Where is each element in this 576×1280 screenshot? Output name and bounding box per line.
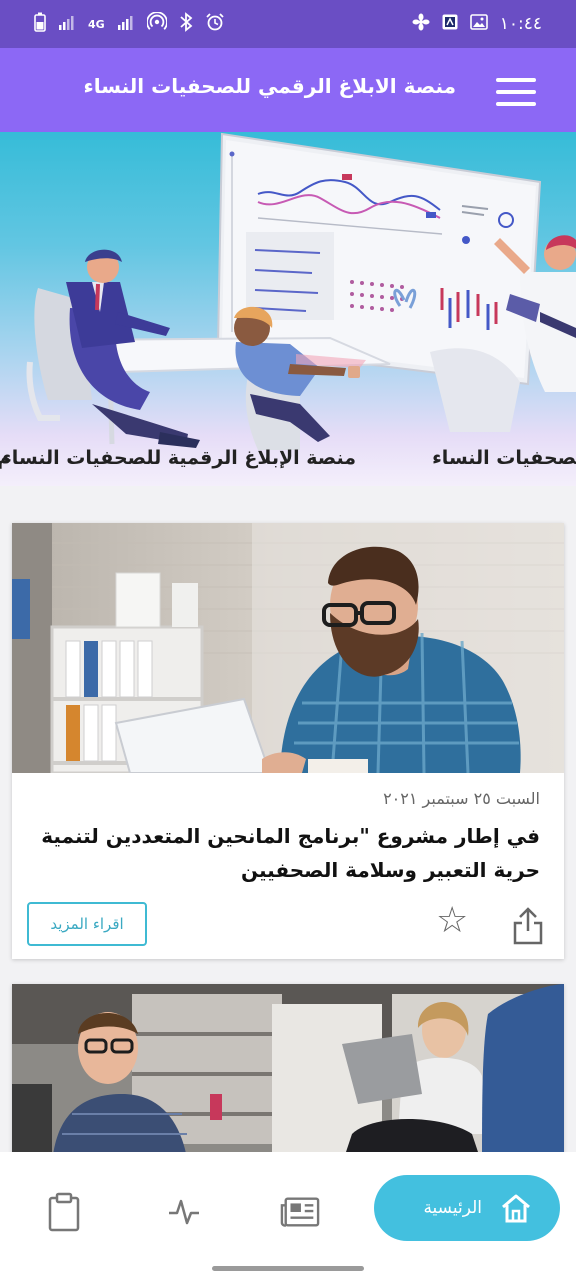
article-image[interactable] [12,984,564,1164]
image-icon [469,13,488,35]
fan-icon [412,13,430,35]
banner-ticker: منصة الإبلاغ الرقمية للصحفيات النساء منص… [0,447,576,477]
banner-illustration [26,132,576,450]
app-notification-icon [442,14,458,34]
article-card[interactable] [12,984,564,1164]
nav-news[interactable] [280,1192,320,1232]
hamburger-menu-icon[interactable] [496,78,536,106]
bottom-navigation: الرئيسية [0,1152,576,1258]
share-icon[interactable] [512,905,544,945]
ticker-text: منصة الإبلاغ الرقمية للصحفيات النساء [2,447,356,469]
page-title: منصة الابلاغ الرقمي للصحفيات النساء [83,74,456,98]
status-left: 4G [34,11,225,36]
nav-activity[interactable] [164,1192,204,1232]
status-time: ١٠:٤٤ [499,14,542,34]
activity-icon [169,1199,199,1225]
article-date: السبت ٢٥ سبتمبر ٢٠٢١ [383,789,540,808]
article-title[interactable]: في إطار مشروع "برنامج المانحين المتعددين… [30,819,540,887]
status-bar: 4G ١٠:٤٤ [0,0,576,48]
status-right: ١٠:٤٤ [412,13,542,35]
article-card[interactable]: السبت ٢٥ سبتمبر ٢٠٢١ في إطار مشروع "برنا… [12,523,564,959]
signal-icon [117,13,135,35]
article-image[interactable] [12,523,564,773]
nav-clipboard[interactable] [44,1192,84,1232]
alarm-icon [205,12,225,36]
ticker-text: منصة الإبلاغ الرقمية للصحفيات النساء [432,447,576,469]
nav-home-label: الرئيسية [423,1198,482,1218]
clipboard-icon [48,1192,80,1232]
battery-icon [34,12,46,36]
ticker-text-partial: م [0,447,11,469]
home-icon [502,1194,530,1223]
nav-home[interactable]: الرئيسية [374,1175,560,1241]
signal-icon [58,13,76,35]
app-header: منصة الابلاغ الرقمي للصحفيات النساء [0,48,576,132]
read-more-button[interactable]: اقراء المزيد [27,902,147,946]
star-icon[interactable]: ☆ [436,903,468,939]
newspaper-icon [280,1197,320,1227]
hero-banner[interactable]: منصة الإبلاغ الرقمية للصحفيات النساء منص… [0,132,576,486]
bluetooth-icon [179,12,193,36]
hotspot-icon [145,11,168,36]
system-gesture-bar [0,1258,576,1280]
gesture-handle[interactable] [212,1266,364,1271]
network-type-label: 4G [88,17,105,31]
